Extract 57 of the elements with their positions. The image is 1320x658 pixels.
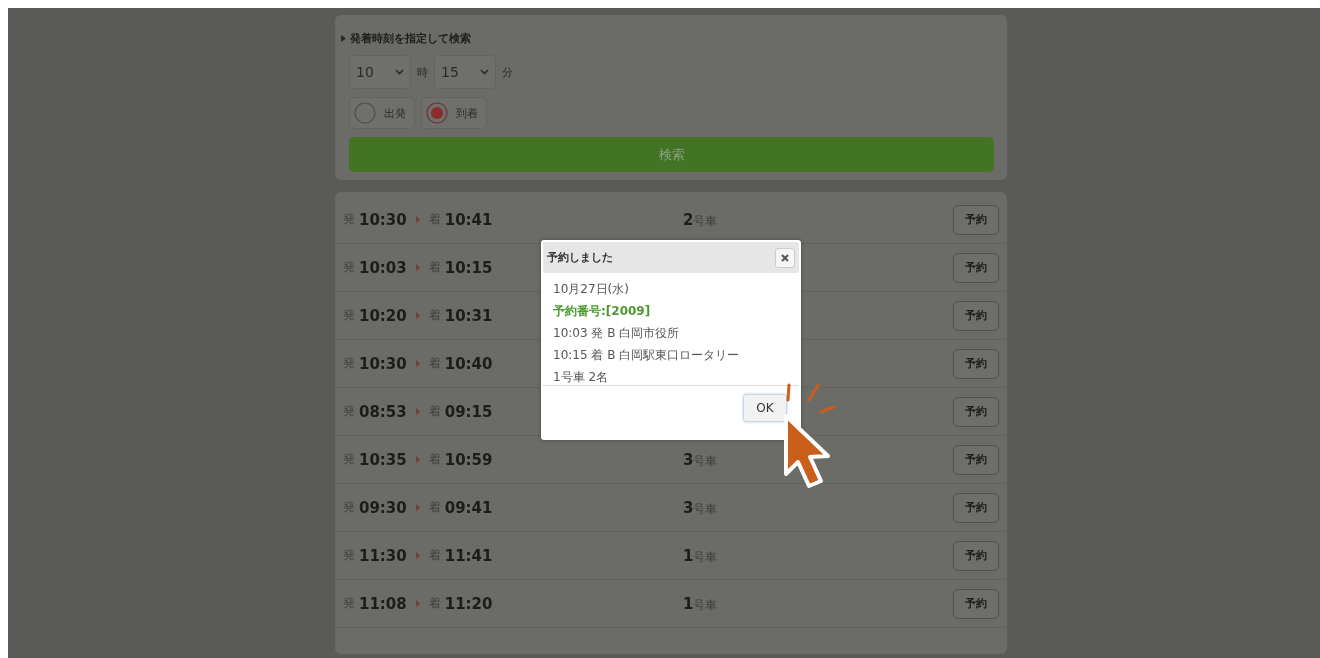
departure-time: 10:35 bbox=[359, 450, 407, 469]
triangle-icon bbox=[415, 552, 420, 559]
departure-time: 09:30 bbox=[359, 498, 407, 517]
triangle-icon bbox=[415, 312, 420, 319]
dialog-text: 10:15 着 B 白岡駅東口ロータリー bbox=[553, 347, 741, 364]
reserve-button[interactable]: 予約 bbox=[953, 348, 999, 379]
radio-option[interactable]: 到着 bbox=[421, 97, 487, 129]
radio-icon[interactable] bbox=[354, 102, 376, 124]
search-button[interactable]: 検索 bbox=[349, 137, 994, 172]
dialog-text: 1号車 2名 bbox=[553, 369, 610, 386]
arrival-time: 11:20 bbox=[444, 594, 493, 613]
arrival-time: 10:41 bbox=[444, 210, 493, 229]
triangle-icon bbox=[415, 408, 420, 415]
close-icon bbox=[781, 253, 789, 262]
departure-time: 10:20 bbox=[359, 306, 407, 325]
reserve-button[interactable]: 予約 bbox=[953, 588, 999, 619]
minute-unit: 分 bbox=[502, 64, 513, 80]
triangle-icon bbox=[341, 34, 346, 42]
minute-select[interactable]: 15 bbox=[434, 55, 496, 89]
reserve-button[interactable]: 予約 bbox=[953, 540, 999, 571]
reserve-button[interactable]: 予約 bbox=[953, 204, 999, 235]
arrival-time: 10:59 bbox=[444, 450, 493, 469]
ok-button[interactable]: OK bbox=[743, 394, 787, 422]
reservation-number: 予約番号:[2009] bbox=[553, 303, 652, 320]
triangle-icon bbox=[415, 504, 420, 511]
triangle-icon bbox=[415, 456, 420, 463]
reserve-button[interactable]: 予約 bbox=[953, 300, 999, 331]
dialog-title: 予約しました bbox=[547, 250, 613, 265]
departure-time: 10:30 bbox=[359, 210, 407, 229]
chevron-down-icon bbox=[395, 69, 404, 75]
departure-time: 08:53 bbox=[359, 402, 407, 421]
radio-icon[interactable] bbox=[426, 102, 448, 124]
departure-time: 10:03 bbox=[359, 258, 407, 277]
reserve-button[interactable]: 予約 bbox=[953, 444, 999, 475]
section-title: 発着時刻を指定して検索 bbox=[350, 30, 471, 46]
arrival-time: 11:41 bbox=[444, 546, 493, 565]
dialog-text: 10:03 発 B 白岡市役所 bbox=[553, 325, 681, 342]
radio-option[interactable]: 出発 bbox=[349, 97, 415, 129]
departure-time: 11:30 bbox=[359, 546, 407, 565]
close-button[interactable] bbox=[775, 247, 795, 268]
hour-select[interactable]: 10 bbox=[349, 55, 411, 89]
triangle-icon bbox=[415, 360, 420, 367]
dialog-text: 10月27日(水) bbox=[553, 281, 630, 298]
arrival-time: 09:15 bbox=[444, 402, 493, 421]
reserve-button[interactable]: 予約 bbox=[953, 252, 999, 283]
triangle-icon bbox=[415, 264, 420, 271]
triangle-icon bbox=[415, 216, 420, 223]
arrival-time: 10:31 bbox=[444, 306, 493, 325]
reserve-button[interactable]: 予約 bbox=[953, 396, 999, 427]
departure-time: 11:08 bbox=[359, 594, 407, 613]
arrival-time: 10:15 bbox=[444, 258, 493, 277]
arrival-time: 09:41 bbox=[444, 498, 493, 517]
triangle-icon bbox=[415, 600, 420, 607]
departure-time: 10:30 bbox=[359, 354, 407, 373]
chevron-down-icon bbox=[480, 69, 489, 75]
reserve-button[interactable]: 予約 bbox=[953, 492, 999, 523]
arrival-time: 10:40 bbox=[444, 354, 493, 373]
